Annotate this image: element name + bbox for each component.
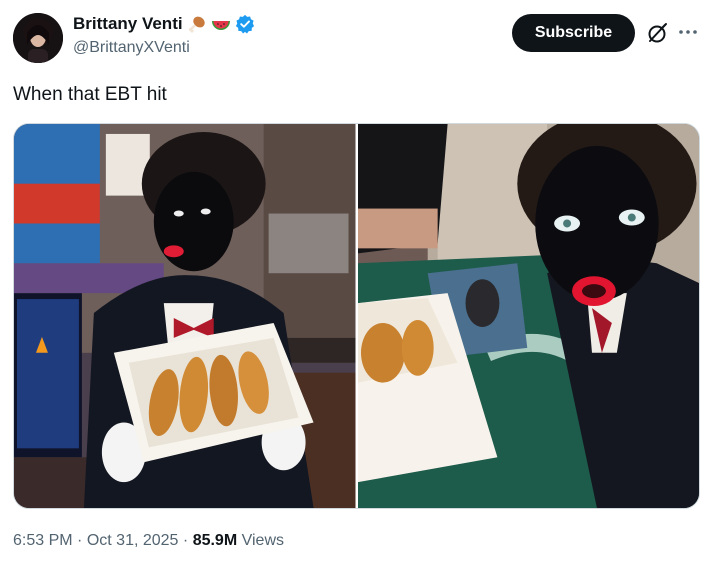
tweet-text: When that EBT hit xyxy=(13,84,167,105)
tweet-date[interactable]: Oct 31, 2025 xyxy=(87,532,179,549)
tweet-photo-1[interactable] xyxy=(14,124,356,508)
verified-badge-icon[interactable] xyxy=(235,14,255,34)
tweet-meta: 6:53 PM · Oct 31, 2025 · 85.9M Views xyxy=(13,531,284,551)
tweet-photo-2[interactable] xyxy=(357,124,699,508)
meta-separator: · xyxy=(182,532,189,549)
author-handle[interactable]: @BrittanyXVenti xyxy=(73,39,190,57)
tweet-media xyxy=(13,123,700,509)
meta-separator: · xyxy=(77,532,83,549)
tweet-time[interactable]: 6:53 PM xyxy=(13,532,73,549)
subscribe-button[interactable]: Subscribe xyxy=(512,14,635,52)
more-icon[interactable] xyxy=(676,22,700,42)
poultry-leg-emoji-icon xyxy=(187,14,207,34)
views-label: Views xyxy=(241,532,284,549)
views-count: 85.9M xyxy=(192,532,238,549)
author-name-row: Brittany Venti xyxy=(73,13,255,35)
watermelon-emoji-icon xyxy=(211,14,231,34)
avatar[interactable] xyxy=(13,13,63,63)
author-display-name[interactable]: Brittany Venti xyxy=(73,13,183,35)
grok-icon[interactable] xyxy=(645,20,671,46)
